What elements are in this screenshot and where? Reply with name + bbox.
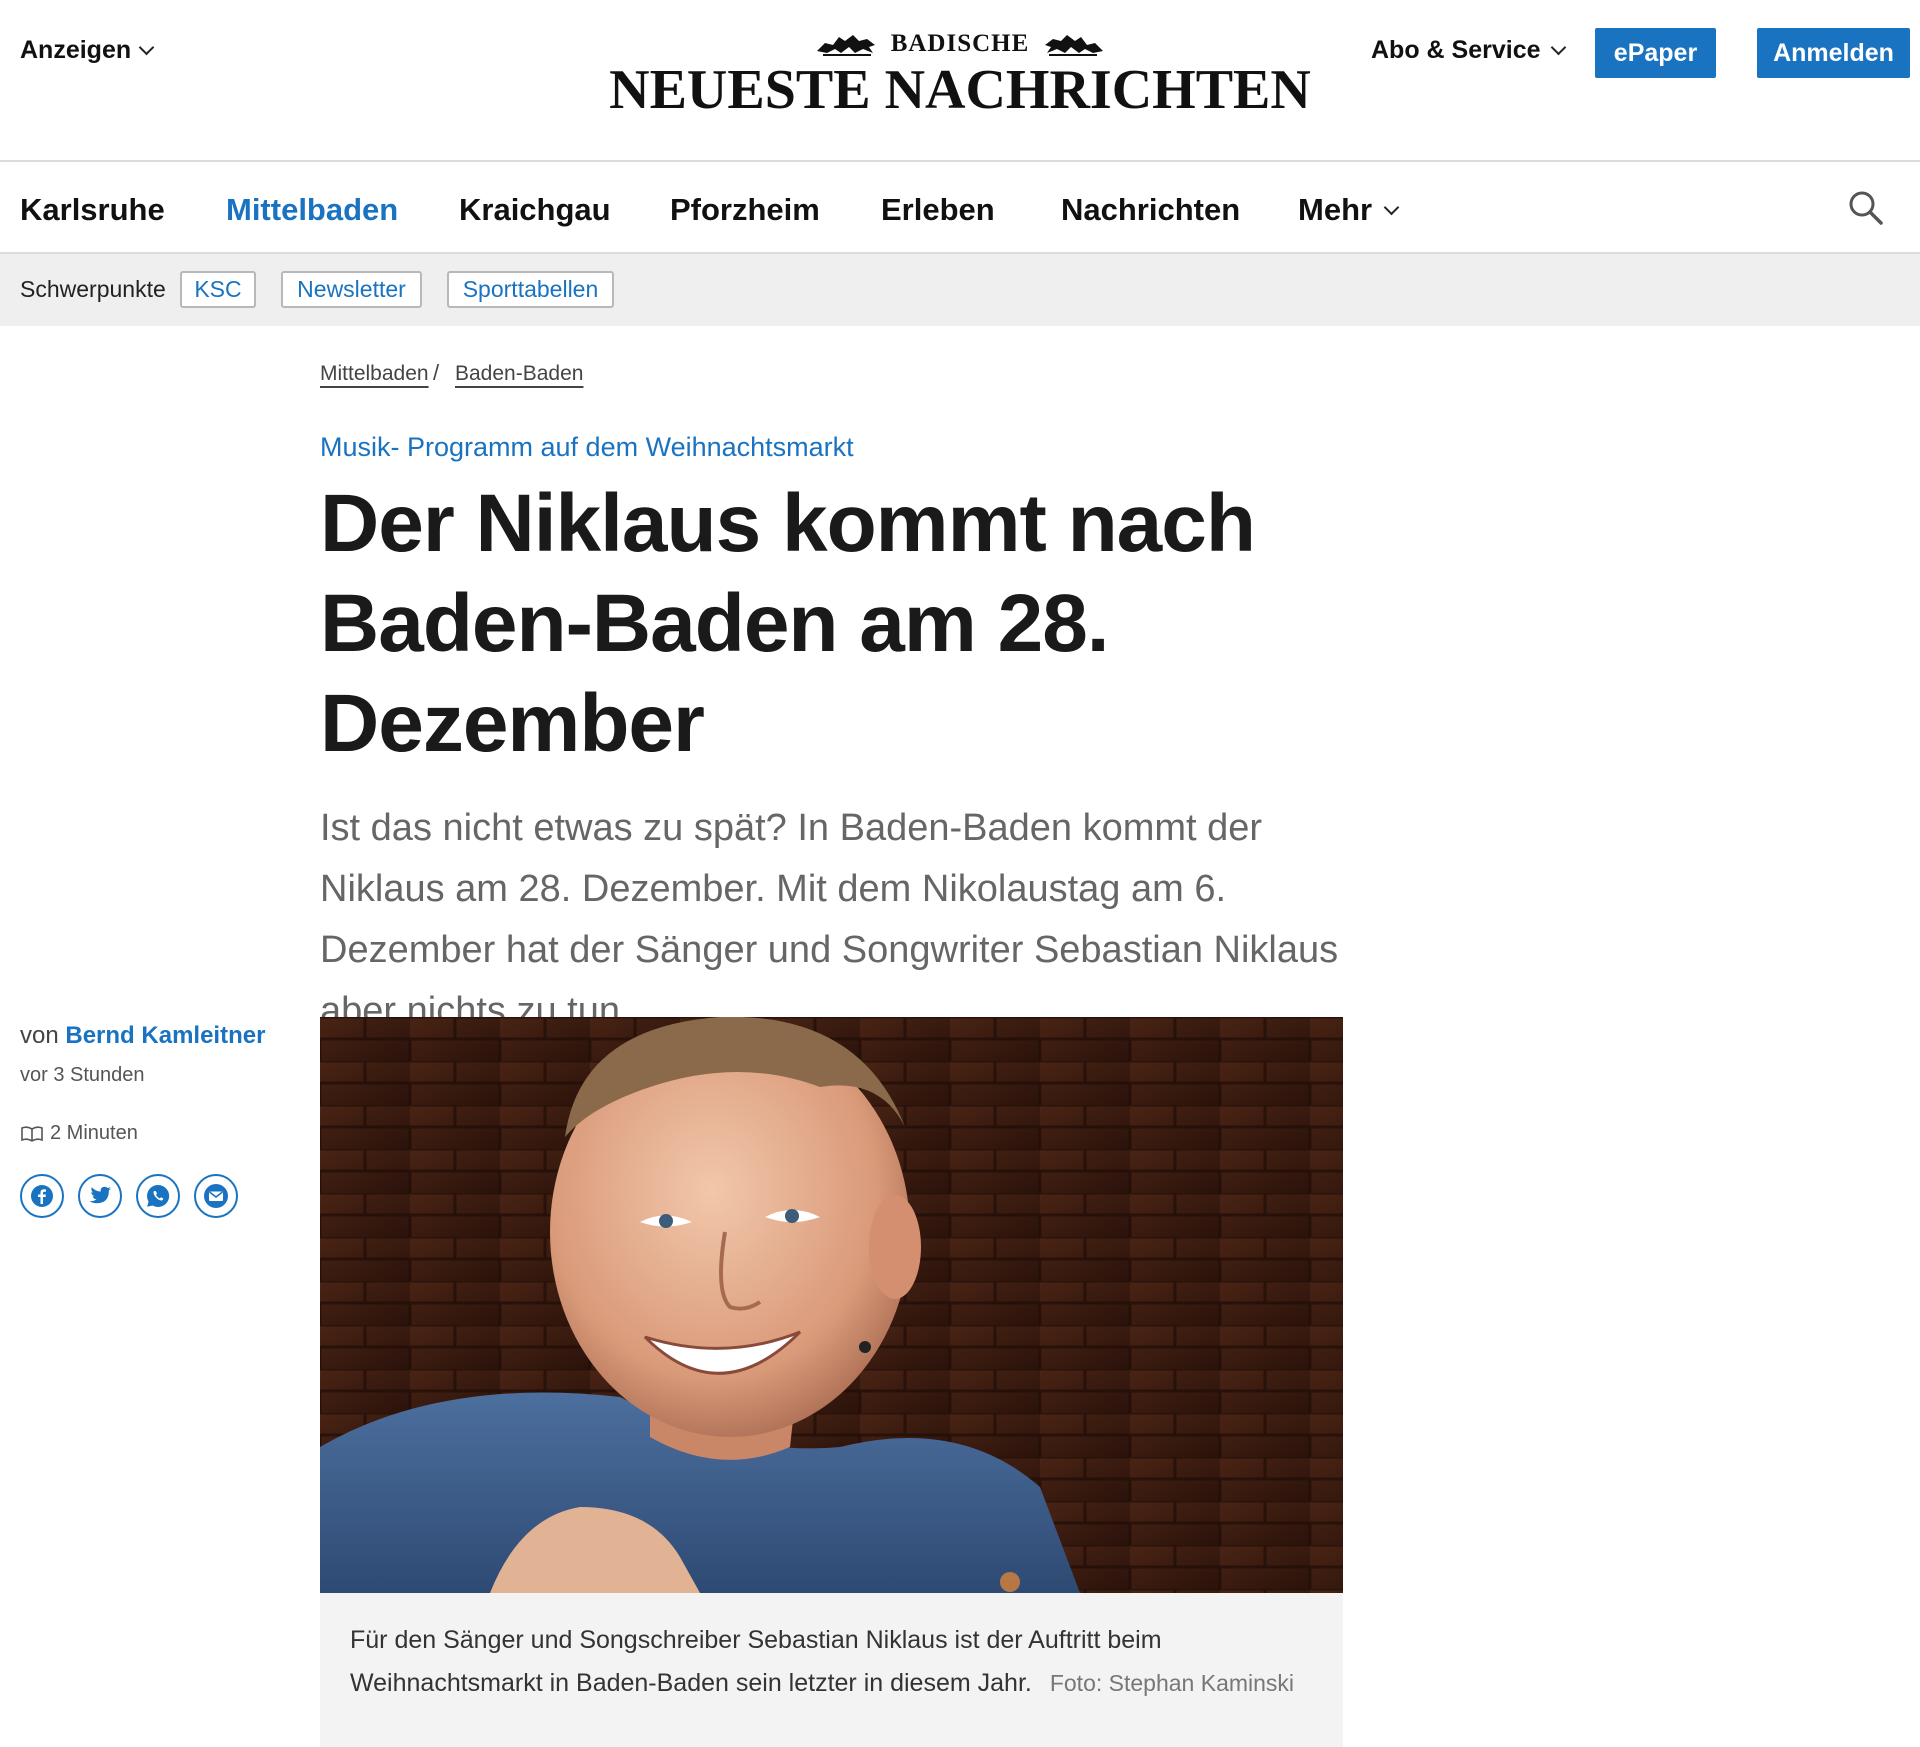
share-facebook-button[interactable] (20, 1174, 64, 1218)
open-book-icon (21, 1125, 43, 1142)
chevron-down-icon (1550, 39, 1566, 56)
image-caption: Für den Sänger und Songschreiber Sebasti… (350, 1619, 1310, 1705)
chip-sporttabellen[interactable]: Sporttabellen (447, 271, 614, 308)
byline: von Bernd Kamleitner (20, 1022, 265, 1050)
email-icon (204, 1184, 228, 1208)
abo-service-label: Abo & Service (1371, 36, 1541, 64)
heraldic-lion-icon (1045, 35, 1104, 56)
byline-prefix: von (20, 1022, 59, 1049)
nav-item-mittelbaden[interactable]: Mittelbaden (226, 192, 398, 228)
login-button[interactable]: Anmelden (1757, 28, 1910, 78)
chip-newsletter[interactable]: Newsletter (281, 271, 422, 308)
nav-item-mehr-label: Mehr (1298, 192, 1373, 227)
author-link[interactable]: Bernd Kamleitner (65, 1022, 265, 1049)
article-image[interactable] (320, 1017, 1343, 1593)
breadcrumb-separator: / (433, 360, 440, 385)
article-kicker: Musik- Programm auf dem Weihnachtsmarkt (320, 432, 854, 462)
portrait-photo (320, 1017, 1343, 1593)
chip-ksc[interactable]: KSC (180, 271, 256, 308)
nav-item-kraichgau[interactable]: Kraichgau (459, 192, 611, 228)
share-twitter-button[interactable] (78, 1174, 122, 1218)
facebook-icon (31, 1185, 53, 1207)
photo-credit: Foto: Stephan Kaminski (1049, 1670, 1295, 1696)
abo-service-dropdown[interactable]: Abo & Service (1371, 36, 1566, 65)
reading-time-label: 2 Minuten (50, 1122, 138, 1144)
breadcrumb-mittelbaden[interactable]: Mittelbaden (320, 362, 429, 386)
nav-item-pforzheim[interactable]: Pforzheim (670, 192, 820, 228)
logo-top-text: BADISCHE (890, 30, 1030, 57)
publish-time: vor 3 Stunden (20, 1064, 145, 1086)
caption-text: Für den Sänger und Songschreiber Sebasti… (350, 1626, 1162, 1697)
article-lead: Ist das nicht etwas zu spät? In Baden-Ba… (320, 807, 1339, 1032)
heraldic-griffin-icon (816, 35, 875, 56)
twitter-icon (89, 1186, 111, 1204)
nav-item-nachrichten[interactable]: Nachrichten (1061, 192, 1240, 228)
site-header: Anzeigen BADISCHE NEUESTE NACHRICHTEN Ab… (0, 0, 1920, 162)
image-caption-box: Für den Sänger und Songschreiber Sebasti… (320, 1593, 1343, 1747)
share-email-button[interactable] (194, 1174, 238, 1218)
nav-item-mehr[interactable]: Mehr (1298, 192, 1400, 228)
main-navigation: Karlsruhe Mittelbaden Kraichgau Pforzhei… (0, 162, 1920, 254)
article-headline: Der Niklaus kommt nach Baden-Baden am 28… (320, 478, 1256, 769)
schwerpunkte-label: Schwerpunkte (20, 276, 166, 302)
chevron-down-icon (1383, 199, 1400, 215)
nav-item-karlsruhe[interactable]: Karlsruhe (20, 192, 165, 228)
share-whatsapp-button[interactable] (136, 1174, 180, 1218)
schwerpunkte-bar: Schwerpunkte KSC Newsletter Sporttabelle… (0, 254, 1920, 326)
search-icon[interactable] (1848, 190, 1884, 226)
whatsapp-icon (147, 1184, 170, 1207)
nav-item-erleben[interactable]: Erleben (881, 192, 995, 228)
epaper-button[interactable]: ePaper (1595, 28, 1716, 78)
reading-time: 2 Minuten (20, 1122, 138, 1145)
breadcrumb-baden-baden[interactable]: Baden-Baden (455, 362, 583, 386)
